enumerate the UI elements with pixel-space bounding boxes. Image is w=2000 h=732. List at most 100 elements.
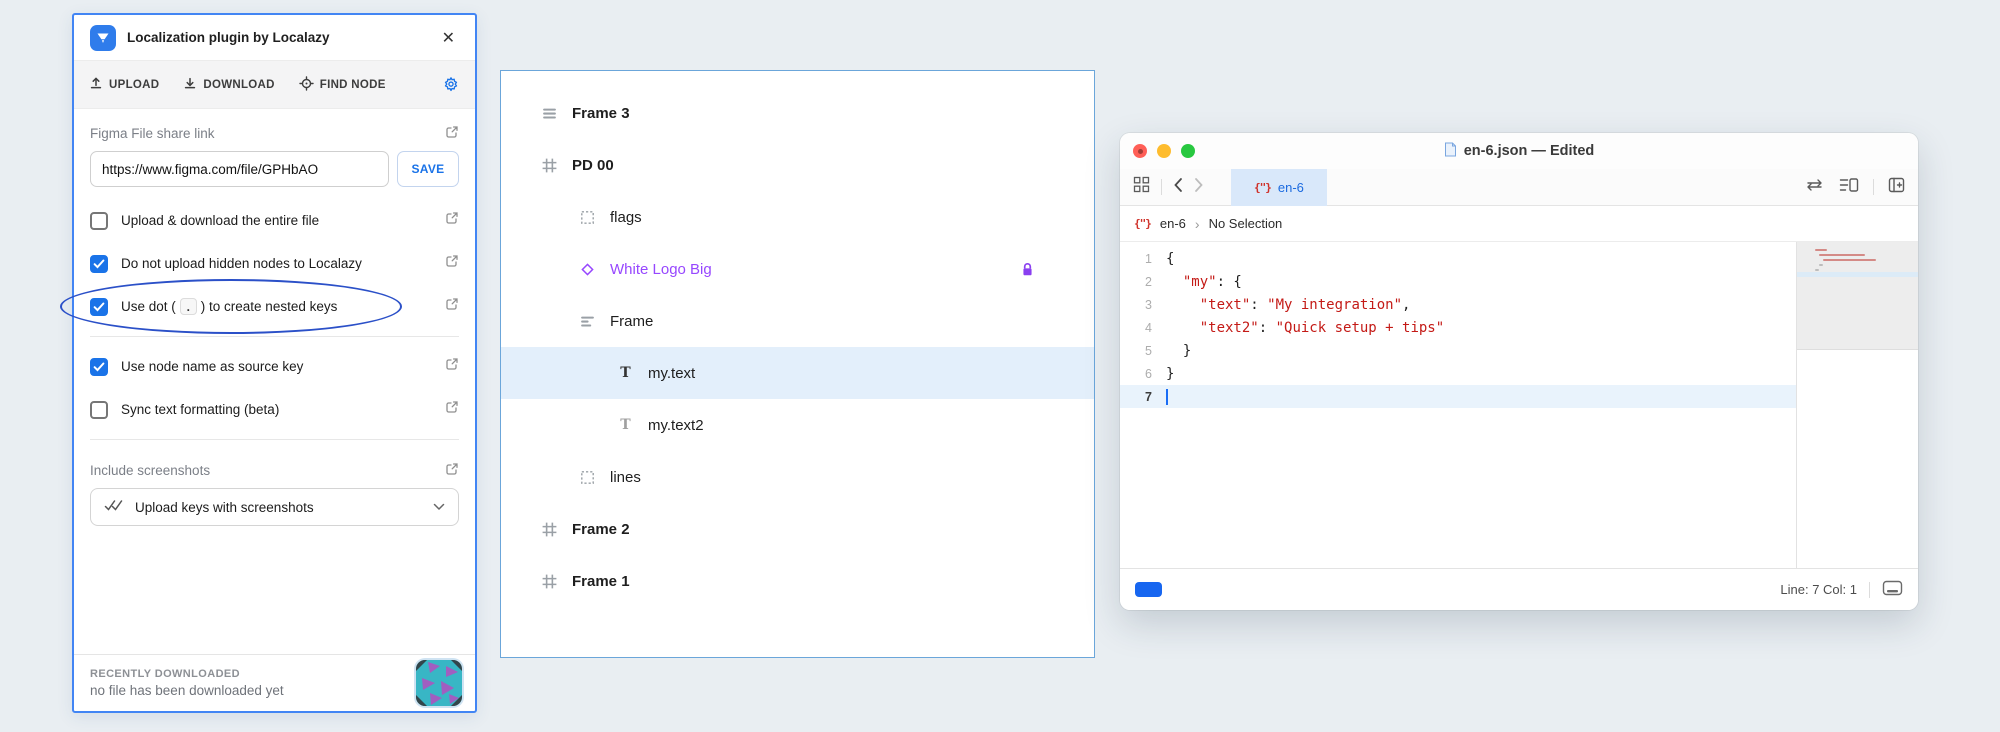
code-line-1[interactable]: 1{: [1120, 247, 1796, 270]
rows-layer-icon: [541, 105, 558, 122]
upload-label: UPLOAD: [109, 79, 159, 91]
code-line-2[interactable]: 2 "my": {: [1120, 270, 1796, 293]
layer-name: Frame 1: [572, 573, 630, 590]
share-link-label: Figma File share link: [90, 126, 215, 141]
layer-row-flags[interactable]: flags: [501, 191, 1094, 243]
layer-row-my-text2[interactable]: Tmy.text2: [501, 399, 1094, 451]
zoom-traffic-light[interactable]: [1181, 144, 1195, 158]
upload-button[interactable]: UPLOAD: [89, 76, 159, 93]
external-link-icon[interactable]: [445, 400, 459, 419]
localazy-plugin-window: Localization plugin by Localazy ✕ UPLOAD…: [72, 13, 477, 713]
layer-row-frame-1[interactable]: Frame 1: [501, 555, 1094, 607]
code-line-5[interactable]: 5 }: [1120, 339, 1796, 362]
external-link-icon[interactable]: [445, 211, 459, 230]
layer-row-pd-00[interactable]: PD 00: [501, 139, 1094, 191]
code-text: "text2": "Quick setup + tips": [1166, 320, 1444, 336]
code-line-4[interactable]: 4 "text2": "Quick setup + tips": [1120, 316, 1796, 339]
layer-name: White Logo Big: [610, 261, 712, 278]
option-row: Sync text formatting (beta): [90, 388, 459, 431]
close-icon[interactable]: ✕: [438, 26, 459, 50]
layer-row-my-text[interactable]: Tmy.text: [501, 347, 1094, 399]
xcode-tab-bar: {"} en-6: [1120, 169, 1918, 206]
external-link-icon[interactable]: [445, 357, 459, 376]
frame-layer-icon: [541, 521, 558, 538]
layer-row-frame-2[interactable]: Frame 2: [501, 503, 1094, 555]
minimize-traffic-light[interactable]: [1157, 144, 1171, 158]
related-items-grid-icon[interactable]: [1133, 176, 1150, 198]
text-layer-icon: T: [617, 366, 634, 380]
upload-icon: [89, 76, 103, 93]
layer-row-frame-3[interactable]: Frame 3: [501, 87, 1094, 139]
save-button[interactable]: SAVE: [397, 151, 459, 187]
layer-name: flags: [610, 209, 642, 226]
localazy-logo-icon: [90, 25, 116, 51]
options-group-upload: Upload & download the entire fileDo not …: [90, 199, 459, 328]
checkbox[interactable]: [90, 212, 108, 230]
editor-options-icon[interactable]: [1839, 177, 1859, 198]
add-editor-icon[interactable]: [1888, 177, 1905, 198]
download-button[interactable]: DOWNLOAD: [183, 76, 274, 93]
minimap-page: [1797, 242, 1918, 350]
edited-dot: [1138, 149, 1143, 154]
screenshots-select[interactable]: Upload keys with screenshots: [90, 488, 459, 526]
layer-row-lines[interactable]: lines: [501, 451, 1094, 503]
recently-downloaded-heading: RECENTLY DOWNLOADED: [90, 668, 406, 680]
checkbox[interactable]: [90, 255, 108, 273]
tab-en-6[interactable]: {"} en-6: [1231, 169, 1327, 206]
breadcrumb-selection[interactable]: No Selection: [1209, 216, 1283, 231]
breadcrumb-separator: ›: [1195, 216, 1200, 232]
dot-key-chip: .: [180, 298, 197, 315]
code-line-3[interactable]: 3 "text": "My integration",: [1120, 293, 1796, 316]
keyboard-bar-icon[interactable]: [1882, 580, 1903, 599]
code-line-6[interactable]: 6}: [1120, 362, 1796, 385]
layer-name: Frame: [610, 313, 653, 330]
status-pill-indicator: [1135, 582, 1162, 597]
line-col-indicator: Line: 7 Col: 1: [1780, 582, 1857, 597]
layer-name: PD 00: [572, 157, 614, 174]
options-group-keys: Use node name as source keySync text for…: [90, 345, 459, 431]
divider: [1873, 179, 1874, 195]
group-layer-icon: [579, 210, 596, 225]
find-node-icon: [299, 76, 314, 94]
share-link-input[interactable]: [90, 151, 389, 187]
line-number: 3: [1120, 298, 1166, 312]
find-node-label: FIND NODE: [320, 79, 386, 91]
checkbox[interactable]: [90, 358, 108, 376]
divider: [90, 336, 459, 337]
text-layer-icon: T: [617, 418, 634, 432]
xcode-titlebar: en-6.json — Edited: [1120, 133, 1918, 169]
window-title: en-6.json — Edited: [1464, 143, 1595, 159]
back-chevron-icon[interactable]: [1173, 177, 1183, 198]
double-check-icon: [104, 499, 124, 515]
layer-row-frame[interactable]: Frame: [501, 295, 1094, 347]
forward-chevron-icon[interactable]: [1194, 177, 1204, 198]
json-file-icon: {"}: [1134, 217, 1151, 230]
minimap[interactable]: [1796, 242, 1918, 568]
checkbox[interactable]: [90, 401, 108, 419]
document-icon: [1444, 142, 1457, 161]
code-text: [1166, 389, 1168, 405]
external-link-icon[interactable]: [445, 462, 459, 479]
settings-gear-icon[interactable]: [442, 76, 460, 94]
screenshots-select-value: Upload keys with screenshots: [135, 500, 314, 515]
find-node-button[interactable]: FIND NODE: [299, 76, 386, 94]
lock-icon[interactable]: [1021, 262, 1034, 277]
code-line-7[interactable]: 7: [1120, 385, 1796, 408]
frame-layer-icon: [541, 157, 558, 174]
option-row: Use dot (.) to create nested keys: [90, 285, 459, 328]
external-link-icon[interactable]: [445, 125, 459, 142]
layer-name: Frame 3: [572, 105, 630, 122]
download-label: DOWNLOAD: [203, 79, 274, 91]
layer-name: Frame 2: [572, 521, 630, 538]
plugin-header: Localization plugin by Localazy ✕: [74, 15, 475, 61]
code-review-icon[interactable]: [1806, 178, 1825, 197]
option-label: Do not upload hidden nodes to Localazy: [121, 256, 432, 271]
breadcrumb-file[interactable]: en-6: [1160, 216, 1186, 231]
external-link-icon[interactable]: [445, 297, 459, 316]
external-link-icon[interactable]: [445, 254, 459, 273]
close-traffic-light[interactable]: [1133, 144, 1147, 158]
code-area[interactable]: 1{2 "my": {3 "text": "My integration",4 …: [1120, 242, 1796, 568]
checkbox[interactable]: [90, 298, 108, 316]
line-number: 6: [1120, 367, 1166, 381]
layer-row-white-logo-big[interactable]: White Logo Big: [501, 243, 1094, 295]
